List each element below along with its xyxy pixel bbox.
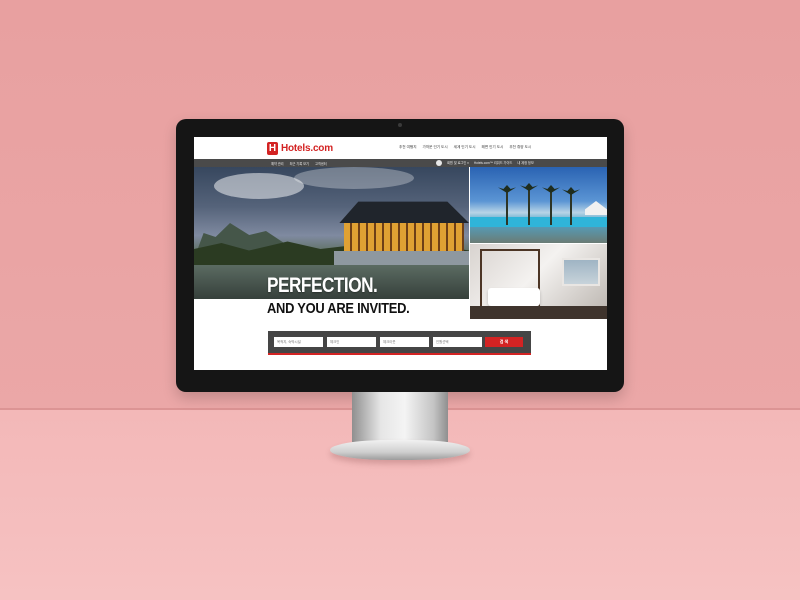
pavilion-base [334,251,469,265]
nav-links: 추천 여행지 가까운 인기 도시 세계 인기 도시 해변 인기 도시 추천 휴양… [399,145,531,150]
hero-subheadline: AND YOU ARE INVITED. [267,300,410,317]
hero-headline: PERFECTION. [267,274,378,297]
checkout-input[interactable] [380,337,429,347]
guests-input[interactable] [433,337,482,347]
monitor-screen: H Hotels.com 추천 여행지 가까운 인기 도시 세계 인기 도시 해… [194,137,607,370]
subnav-rewards[interactable]: Hotels.com™ 리워드 가이드 [474,160,513,166]
cloud-shape [294,167,414,189]
palm-leaves [498,185,516,193]
palm-trunk [570,193,572,225]
hero-image-beach [470,167,607,243]
hero-image-room [470,244,607,319]
subnav-right-group: 회원 및 로그인 ▾ Hotels.com™ 리워드 가이드 내 계정 정보 [436,160,534,166]
palm-leaves [520,183,538,191]
pavilion-roof [339,201,469,223]
user-icon[interactable] [436,160,442,166]
palm-trunk [550,191,552,225]
top-navigation: H Hotels.com 추천 여행지 가까운 인기 도시 세계 인기 도시 해… [194,137,607,159]
pool-shape [470,217,607,227]
hotels-logo-icon: H [267,142,278,155]
pavilion-body [344,223,464,251]
subnav-my-account[interactable]: 내 계정 정보 [517,160,533,166]
palm-leaves [562,187,580,195]
palm-trunk [506,191,508,225]
nav-link-nearby-cities[interactable]: 가까운 인기 도시 [423,145,448,150]
cloud-shape [214,173,304,199]
nav-link-world-cities[interactable]: 세계 인기 도시 [454,145,476,150]
brand-name: Hotels.com [281,143,333,154]
monitor-stand-base [330,440,470,460]
nav-link-beach-cities[interactable]: 해변 인기 도시 [482,145,504,150]
search-bar: 검 색 [268,331,531,355]
bed-shape [488,288,540,306]
nav-link-featured[interactable]: 추천 여행지 [399,145,417,150]
checkin-input[interactable] [327,337,376,347]
sub-navigation: 예약 관리 최근 기록 보기 고객센터 회원 및 로그인 ▾ Hotels.co… [194,159,607,167]
nav-link-resort-cities[interactable]: 추천 휴양 도시 [509,145,531,150]
room-floor [470,306,607,319]
monitor-stand-neck [352,392,448,442]
palm-trunk [528,189,530,225]
destination-input[interactable] [274,337,323,347]
camera-icon [398,123,402,127]
palm-leaves [542,185,560,193]
tent-shape [585,201,607,215]
brand-logo[interactable]: H Hotels.com [267,142,333,155]
room-window [562,258,600,286]
search-button[interactable]: 검 색 [485,337,523,347]
subnav-sign-in[interactable]: 회원 및 로그인 ▾ [447,160,469,166]
